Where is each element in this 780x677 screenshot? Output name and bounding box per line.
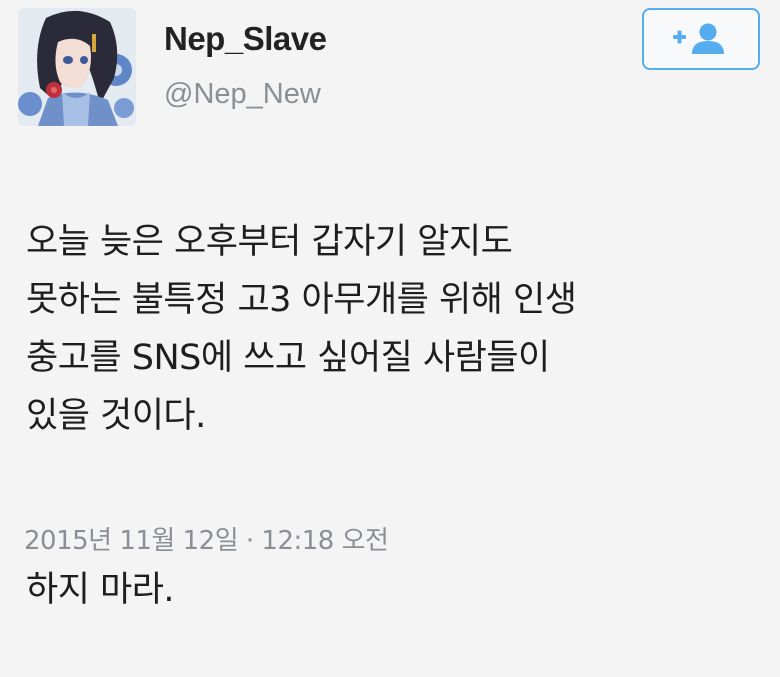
avatar[interactable]	[18, 8, 136, 126]
tweet-card: Nep_Slave @Nep_New 오늘 늦은 오후부터 갑자기 알지도 못하…	[0, 0, 780, 610]
tweet-text: 오늘 늦은 오후부터 갑자기 알지도 못하는 불특정 고3 아무개를 위해 인생…	[26, 155, 766, 677]
follow-button[interactable]	[642, 8, 760, 70]
tweet-timestamp[interactable]: 2015년 11월 12일 · 12:18 오전	[24, 520, 389, 557]
tweet-paragraph-1: 오늘 늦은 오후부터 갑자기 알지도 못하는 불특정 고3 아무개를 위해 인생…	[26, 222, 577, 436]
anime-avatar-icon	[18, 8, 136, 126]
follow-user-icon	[673, 23, 724, 54]
user-handle[interactable]: @Nep_New	[164, 78, 321, 111]
display-name[interactable]: Nep_Slave	[164, 20, 327, 58]
